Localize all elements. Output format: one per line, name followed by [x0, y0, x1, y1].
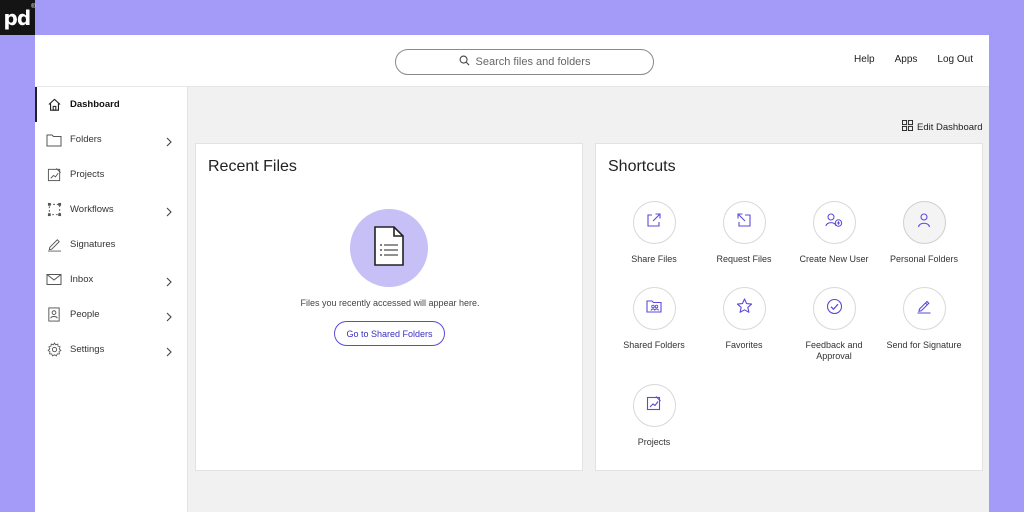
brand-logo: pd ® [0, 0, 36, 35]
search-icon [459, 53, 470, 71]
pen-icon [916, 298, 932, 319]
people-icon [46, 307, 62, 323]
shortcut-feedback-and-approval[interactable]: Feedback and Approval [789, 287, 879, 362]
shortcut-label: Share Files [631, 254, 677, 264]
logout-link[interactable]: Log Out [937, 54, 973, 65]
help-link[interactable]: Help [854, 54, 875, 65]
edit-dashboard-label: Edit Dashboard [917, 121, 983, 133]
search-input[interactable]: Search files and folders [395, 49, 654, 75]
chevron-right-icon[interactable] [165, 344, 173, 362]
empty-state-illustration [350, 209, 428, 287]
shortcuts-card: Shortcuts Share Files Request Files Crea… [595, 143, 983, 471]
shortcut-send-for-signature[interactable]: Send for Signature [879, 287, 969, 351]
shortcut-label: Send for Signature [886, 340, 962, 350]
person-icon [916, 212, 932, 233]
registered-mark: ® [31, 3, 36, 10]
sidebar-item-label: Projects [70, 169, 105, 180]
chevron-right-icon[interactable] [165, 274, 173, 292]
logo-text: pd [3, 5, 32, 30]
empty-state-text: Files you recently accessed will appear … [300, 298, 480, 308]
shortcut-share-files[interactable]: Share Files [609, 201, 699, 265]
shortcut-circle [632, 384, 676, 427]
grid-icon [902, 118, 913, 136]
recent-files-card: Recent Files Files you recently accessed… [195, 143, 583, 471]
projects-icon [46, 167, 62, 183]
star-icon [736, 298, 753, 319]
sidebar: Dashboard Folders Projects Workflows Sig… [35, 87, 188, 512]
app-window: Search files and folders Help Apps Log O… [35, 35, 989, 512]
home-icon [46, 97, 62, 113]
shortcut-circle [632, 201, 676, 244]
shortcut-projects[interactable]: Projects [609, 384, 699, 448]
sidebar-item-label: Settings [70, 344, 105, 355]
shortcut-personal-folders[interactable]: Personal Folders [879, 201, 969, 265]
share-files-icon [646, 212, 662, 233]
shortcut-label: Shared Folders [623, 340, 685, 350]
shortcut-shared-folders[interactable]: Shared Folders [609, 287, 699, 351]
chevron-right-icon[interactable] [165, 309, 173, 327]
sidebar-item-label: People [70, 309, 100, 320]
search-placeholder: Search files and folders [475, 56, 591, 68]
go-to-shared-folders-button[interactable]: Go to Shared Folders [334, 321, 445, 346]
sidebar-item-label: Workflows [70, 204, 114, 215]
projects-icon [646, 395, 662, 416]
sidebar-item-people[interactable]: People [35, 297, 187, 332]
chevron-right-icon[interactable] [165, 134, 173, 152]
signature-icon [46, 237, 62, 253]
shared-folders-icon [645, 298, 663, 319]
sidebar-item-inbox[interactable]: Inbox [35, 262, 187, 297]
shortcut-circle [722, 201, 766, 244]
sidebar-item-label: Inbox [70, 274, 94, 285]
header-links: Help Apps Log Out [854, 54, 973, 65]
folder-icon [46, 132, 62, 148]
sidebar-item-folders[interactable]: Folders [35, 122, 187, 157]
sidebar-item-settings[interactable]: Settings [35, 332, 187, 367]
sidebar-item-label: Signatures [70, 239, 116, 250]
shortcut-request-files[interactable]: Request Files [699, 201, 789, 265]
edit-dashboard-button[interactable]: Edit Dashboard [902, 118, 982, 136]
add-user-icon [825, 212, 843, 233]
shortcut-circle [902, 287, 946, 330]
shortcut-label: Create New User [799, 254, 869, 264]
shortcut-create-new-user[interactable]: Create New User [789, 201, 879, 265]
apps-link[interactable]: Apps [895, 54, 918, 65]
shortcut-circle [902, 201, 946, 244]
request-files-icon [736, 212, 752, 233]
shortcut-circle [722, 287, 766, 330]
shortcut-label: Feedback and Approval [805, 340, 863, 361]
shortcut-label: Projects [637, 437, 671, 447]
shortcut-label: Personal Folders [889, 254, 959, 264]
shortcut-circle [812, 287, 856, 330]
sidebar-item-label: Folders [70, 134, 102, 145]
shortcut-label: Favorites [725, 340, 763, 350]
shortcuts-title: Shortcuts [608, 158, 676, 175]
shortcut-label: Request Files [716, 254, 772, 264]
check-circle-icon [826, 298, 843, 320]
sidebar-item-projects[interactable]: Projects [35, 157, 187, 192]
workflows-icon [46, 202, 62, 218]
shortcut-circle [812, 201, 856, 244]
chevron-right-icon[interactable] [165, 204, 173, 222]
settings-icon [46, 342, 62, 358]
sidebar-item-workflows[interactable]: Workflows [35, 192, 187, 227]
sidebar-item-dashboard[interactable]: Dashboard [35, 87, 187, 122]
inbox-icon [46, 272, 62, 288]
document-icon [373, 225, 405, 271]
top-header: Search files and folders Help Apps Log O… [35, 35, 989, 87]
sidebar-item-label: Dashboard [70, 99, 120, 110]
shortcut-favorites[interactable]: Favorites [699, 287, 789, 351]
sidebar-item-signatures[interactable]: Signatures [35, 227, 187, 262]
recent-files-title: Recent Files [208, 158, 297, 175]
shortcut-circle [632, 287, 676, 330]
